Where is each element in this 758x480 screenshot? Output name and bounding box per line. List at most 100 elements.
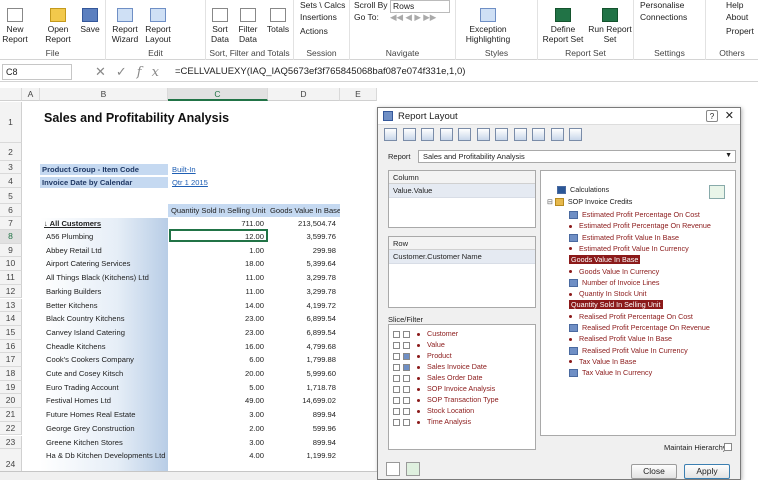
row-header-16[interactable]: 16 bbox=[0, 339, 22, 354]
qty-cell[interactable]: 18.00 bbox=[168, 259, 264, 268]
goods-value-cell[interactable]: 3,299.78 bbox=[268, 287, 336, 296]
save-layout-icon[interactable] bbox=[384, 128, 397, 141]
expand-box-icon[interactable] bbox=[393, 396, 400, 404]
slice-checkbox[interactable] bbox=[403, 374, 410, 382]
slice-checkbox[interactable] bbox=[403, 363, 410, 371]
qty-cell[interactable]: 5.00 bbox=[168, 383, 264, 392]
maintain-hierarchy-checkbox[interactable] bbox=[724, 443, 732, 451]
column-panel[interactable]: Column Value.Value bbox=[388, 170, 536, 228]
col-header-c[interactable]: C bbox=[168, 88, 268, 101]
expand-box-icon[interactable] bbox=[393, 330, 400, 338]
customer-name-cell[interactable]: Better Kitchens bbox=[46, 301, 166, 310]
tree-field-item[interactable]: Estimated Profit Percentage On Revenue bbox=[569, 221, 711, 230]
qty-cell[interactable]: 2.00 bbox=[168, 424, 264, 433]
goods-value-cell[interactable]: 4,799.68 bbox=[268, 342, 336, 351]
tree-field-item[interactable]: Realised Profit Percentage On Cost bbox=[569, 312, 693, 321]
actions-button[interactable]: Actions bbox=[300, 26, 328, 37]
expand-box-icon[interactable] bbox=[393, 385, 400, 393]
selected-cell-c8[interactable] bbox=[169, 229, 268, 242]
tree-field-item[interactable]: Tax Value In Currency bbox=[569, 368, 652, 378]
run-report-set-button[interactable]: Run Report Set bbox=[588, 8, 632, 44]
filter-value-product[interactable]: Built-In bbox=[172, 165, 196, 174]
rows-icon[interactable] bbox=[476, 128, 490, 141]
row-header-14[interactable]: 14 bbox=[0, 312, 22, 326]
qty-cell[interactable]: 6.00 bbox=[168, 355, 264, 364]
customer-name-cell[interactable]: George Grey Construction bbox=[46, 424, 166, 433]
qty-cell[interactable]: 3.00 bbox=[168, 438, 264, 447]
tree-field-item[interactable]: Estimated Profit Value In Currency bbox=[569, 244, 689, 253]
tree-field-item[interactable]: Estimated Profit Value In Base bbox=[569, 233, 679, 242]
sort-data-button[interactable]: Sort Data bbox=[208, 8, 232, 44]
goods-value-cell[interactable]: 6,899.54 bbox=[268, 314, 336, 323]
qty-cell[interactable]: 49.00 bbox=[168, 396, 264, 405]
tree-root-calculations[interactable]: Calculations bbox=[557, 185, 609, 195]
goods-value-cell[interactable]: 5,399.64 bbox=[268, 259, 336, 268]
row-header-12[interactable]: 12 bbox=[0, 284, 22, 299]
properties-button[interactable]: Propert bbox=[726, 26, 754, 37]
help-button[interactable]: Help bbox=[726, 0, 743, 11]
customer-name-cell[interactable]: Canvey Island Catering bbox=[46, 328, 166, 337]
row-header-21[interactable]: 21 bbox=[0, 408, 22, 422]
row-header-17[interactable]: 17 bbox=[0, 353, 22, 367]
report-select[interactable]: Sales and Profitability Analysis ▼ bbox=[418, 150, 736, 163]
tree-field-item[interactable]: Number of Invoice Lines bbox=[569, 278, 660, 287]
goods-value-cell[interactable]: 3,599.76 bbox=[268, 232, 336, 241]
qty-cell[interactable]: 4.00 bbox=[168, 451, 264, 460]
expand-box-icon[interactable] bbox=[393, 374, 400, 382]
help-icon[interactable]: ? bbox=[706, 110, 718, 122]
customer-name-cell[interactable]: All Things Black (Kitchens) Ltd bbox=[46, 273, 166, 282]
report-layout-button[interactable]: Report Layout bbox=[142, 8, 174, 44]
qty-cell[interactable]: 14.00 bbox=[168, 301, 264, 310]
row-header-18[interactable]: 18 bbox=[0, 367, 22, 381]
qty-cell[interactable]: 23.00 bbox=[168, 328, 264, 337]
settings-icon[interactable] bbox=[550, 128, 564, 141]
excel-export-icon[interactable] bbox=[406, 462, 420, 476]
qty-cell[interactable]: 3.00 bbox=[168, 410, 264, 419]
slice-checkbox[interactable] bbox=[403, 341, 410, 349]
slice-checkbox[interactable] bbox=[403, 396, 410, 404]
expand-box-icon[interactable] bbox=[393, 418, 400, 426]
select-all-corner[interactable] bbox=[0, 88, 22, 101]
slice-item[interactable]: SOP Invoice Analysis bbox=[393, 384, 495, 393]
close-button[interactable]: Close bbox=[631, 464, 677, 479]
filter-icon[interactable] bbox=[421, 128, 435, 141]
row-header-1[interactable]: 1 bbox=[0, 102, 22, 143]
row-header-4[interactable]: 4 bbox=[0, 174, 22, 188]
row-header-20[interactable]: 20 bbox=[0, 394, 22, 409]
customer-name-cell[interactable]: Festival Homes Ltd bbox=[46, 396, 166, 405]
link-icon[interactable] bbox=[386, 462, 400, 476]
row-header-6[interactable]: 6 bbox=[0, 204, 22, 217]
personalise-button[interactable]: Personalise bbox=[640, 0, 684, 11]
customer-name-cell[interactable]: Cute and Cosey Kitsch bbox=[46, 369, 166, 378]
goods-value-cell[interactable]: 899.94 bbox=[268, 410, 336, 419]
column-item[interactable]: Value.Value bbox=[389, 184, 535, 198]
tree-field-item[interactable]: Quantity Sold In Selling Unit bbox=[569, 300, 663, 310]
goods-value-cell[interactable]: 299.98 bbox=[268, 246, 336, 255]
insertions-button[interactable]: Insertions bbox=[300, 12, 337, 23]
slice-item[interactable]: Sales Order Date bbox=[393, 373, 483, 382]
save-button[interactable]: Save bbox=[78, 8, 102, 34]
all-customers-row-label[interactable]: ↓ All Customers bbox=[44, 219, 164, 228]
col-header-e[interactable]: E bbox=[340, 88, 377, 101]
slice-checkbox[interactable] bbox=[403, 418, 410, 426]
tree-field-item[interactable]: Quantiy In Stock Unit bbox=[569, 289, 647, 298]
add-calculation-icon[interactable] bbox=[709, 185, 725, 199]
tree-field-item[interactable]: Tax Value In Base bbox=[569, 357, 636, 366]
apply-button[interactable]: Apply bbox=[684, 464, 730, 479]
formula-input[interactable]: =CELLVALUEXY(IAQ_IAQ5673ef3f765845068baf… bbox=[175, 66, 465, 77]
slice-item[interactable]: Customer bbox=[393, 329, 458, 338]
report-wizard-button[interactable]: Report Wizard bbox=[110, 8, 140, 44]
expand-box-icon[interactable] bbox=[393, 363, 400, 371]
customer-name-cell[interactable]: Future Homes Real Estate bbox=[46, 410, 166, 419]
grid-icon[interactable] bbox=[439, 128, 453, 141]
slice-item[interactable]: Sales Invoice Date bbox=[393, 362, 487, 371]
row-header-7[interactable]: 7 bbox=[0, 217, 22, 230]
goods-value-cell[interactable]: 6,899.54 bbox=[268, 328, 336, 337]
totals-button[interactable]: Totals bbox=[264, 8, 292, 34]
col-header-b[interactable]: B bbox=[40, 88, 168, 101]
tree-field-item[interactable]: Estimated Profit Percentage On Cost bbox=[569, 210, 700, 220]
connections-button[interactable]: Connections bbox=[640, 12, 687, 23]
row-header-11[interactable]: 11 bbox=[0, 271, 22, 285]
expand-box-icon[interactable] bbox=[393, 341, 400, 349]
collapse-icon[interactable] bbox=[532, 128, 546, 141]
